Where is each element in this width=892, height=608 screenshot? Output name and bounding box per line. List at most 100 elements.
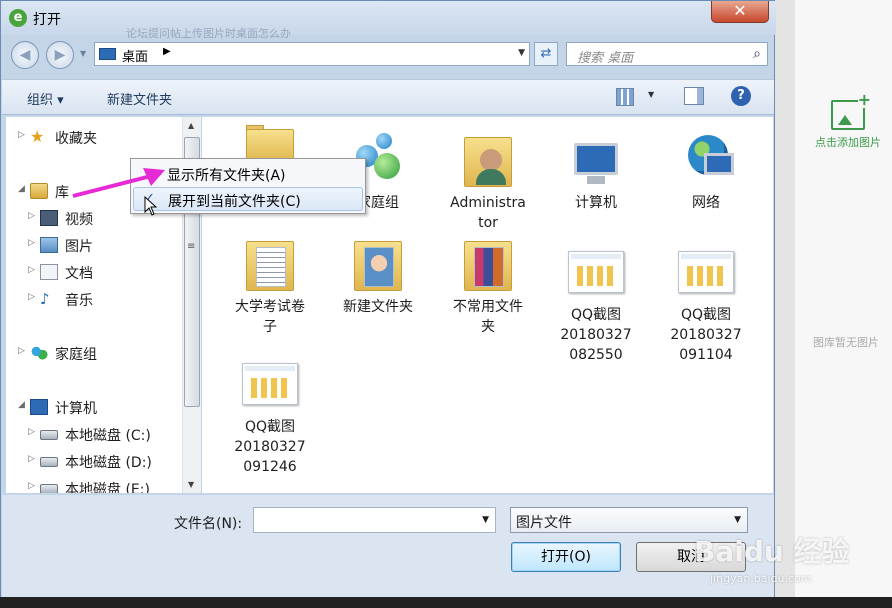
network-icon [676,131,736,189]
image-thumbnail-icon [240,355,300,413]
filename-dropdown-icon[interactable]: ▼ [482,515,489,525]
breadcrumb-separator[interactable]: ▶ [163,46,171,57]
tree-label: 音乐 [65,293,93,309]
star-icon: ★ [30,127,45,146]
tree-label: 收藏夹 [55,131,97,147]
menu-item-label: 显示所有文件夹(A) [167,168,286,184]
expand-arrow-icon[interactable]: ▷ [28,481,35,491]
change-view-icon[interactable] [616,88,634,106]
search-icon[interactable]: ⌕ [753,46,761,62]
file-label: QQ截图 20180327 091246 [234,419,306,475]
folder-icon [240,123,300,163]
expand-arrow-icon[interactable]: ▷ [28,238,35,248]
add-image-label: 点击添加图片 [815,136,881,149]
no-image-text: 图库暂无图片 [813,336,879,349]
title-bar: e 打开 论坛提问帖上传图片时桌面怎么办 ✕ [1,1,776,40]
organize-menu[interactable]: 组织 ▾ [27,89,64,108]
folder-content [474,247,504,287]
monitor-shape [704,153,734,175]
open-button[interactable]: 打开(O) [511,542,621,572]
window-title: 打开 [33,12,61,28]
drive-icon [40,457,58,467]
homegroup-icon [30,345,48,361]
bottom-panel: 文件名(N): ▼ 图片文件 ▼ 打开(O) 取消 [2,495,774,599]
help-icon[interactable]: ? [731,86,751,106]
folder-content [256,247,286,287]
address-dropdown-icon[interactable]: ▼ [518,48,525,58]
address-location[interactable]: 桌面 [122,46,148,65]
file-item-screenshot-2[interactable]: QQ截图 20180327 091104 [656,243,756,365]
recent-pages-chevron-icon[interactable]: ▼ [80,49,86,58]
file-label: QQ截图 20180327 082550 [560,307,632,363]
file-label: 网络 [692,195,720,211]
file-item-computer[interactable]: 计算机 [546,131,646,213]
screenshot-preview [568,251,624,293]
refresh-button[interactable]: ⇄ [534,42,558,66]
forward-button[interactable]: ▶ [46,41,74,69]
tree-label: 家庭组 [55,347,97,363]
expand-arrow-icon[interactable]: ▷ [18,346,25,356]
collapse-arrow-icon[interactable]: ◢ [18,400,25,410]
tree-label: 计算机 [55,401,97,417]
file-item-new-folder[interactable]: 新建文件夹 [328,235,428,317]
drive-icon [40,484,58,493]
filename-label: 文件名(N): [174,516,243,532]
open-file-dialog: e 打开 论坛提问帖上传图片时桌面怎么办 ✕ ◀ ▶ ▼ 桌面 ▶ ▼ ⇄ 搜索… [0,0,776,600]
scroll-grip-icon: ≡ [187,241,196,252]
filetype-dropdown-icon[interactable]: ▼ [734,515,741,525]
tree-label: 视频 [65,212,93,228]
tree-label: 本地磁盘 (E:) [65,482,150,493]
expand-arrow-icon[interactable]: ▷ [28,265,35,275]
expand-arrow-icon[interactable]: ▷ [18,130,25,140]
view-options-chevron-icon[interactable]: ▼ [648,90,654,99]
add-image-button[interactable]: 点击添加图片 [808,92,888,150]
screenshot-preview [678,251,734,293]
cursor-shape [144,196,158,216]
address-bar[interactable]: 桌面 ▶ ▼ [94,42,530,66]
user-folder-icon [458,131,518,189]
file-item-screenshot-3[interactable]: QQ截图 20180327 091246 [220,355,320,477]
tree-label: 本地磁盘 (C:) [65,428,151,444]
filetype-value: 图片文件 [516,515,572,531]
search-input[interactable]: 搜索 桌面 ⌕ [566,42,768,66]
documents-icon [40,264,58,280]
back-button[interactable]: ◀ [11,41,39,69]
file-item-administrator[interactable]: Administra tor [438,131,538,233]
file-label: 大学考试卷 子 [235,299,305,335]
taskbar-strip [0,597,892,608]
collapse-arrow-icon[interactable]: ◢ [18,184,25,194]
file-label: Administra tor [450,195,526,231]
command-bar: 组织 ▾ 新建文件夹 ▼ ? [2,79,774,115]
file-label: 不常用文件 夹 [453,299,523,335]
scroll-up-icon[interactable]: ▲ [188,121,194,130]
user-face [480,149,502,171]
screenshot-preview [242,363,298,405]
folder-icon [458,235,518,293]
baidu-watermark: Baidu 经验 jingyan.baidu.com [694,530,864,600]
homegroup-sphere [374,153,400,179]
file-item-rarely-used-folder[interactable]: 不常用文件 夹 [438,235,538,337]
expand-arrow-icon[interactable]: ▷ [28,211,35,221]
tree-label: 文档 [65,266,93,282]
new-folder-button[interactable]: 新建文件夹 [107,89,172,108]
file-item-screenshot-1[interactable]: QQ截图 20180327 082550 [546,243,646,365]
watermark-brand: Baidu 经验 [694,535,850,568]
side-panel [775,0,892,608]
expand-arrow-icon[interactable]: ▷ [28,454,35,464]
annotation-arrow-icon [72,168,165,198]
file-item-network[interactable]: 网络 [656,131,756,213]
scroll-down-icon[interactable]: ▼ [188,480,194,489]
monitor-shape [574,143,618,184]
preview-pane-icon[interactable] [684,87,704,105]
file-label: QQ截图 20180327 091104 [670,307,742,363]
expand-arrow-icon[interactable]: ▷ [28,427,35,437]
file-label: 计算机 [575,195,617,211]
folder-icon [348,235,408,293]
file-item-exam-folder[interactable]: 大学考试卷 子 [220,235,320,337]
folder-icon [240,235,300,293]
expand-arrow-icon[interactable]: ▷ [28,292,35,302]
add-image-icon [831,92,871,130]
desktop-icon [99,48,116,60]
filename-input[interactable]: ▼ [253,507,496,533]
close-button[interactable]: ✕ [711,1,769,23]
